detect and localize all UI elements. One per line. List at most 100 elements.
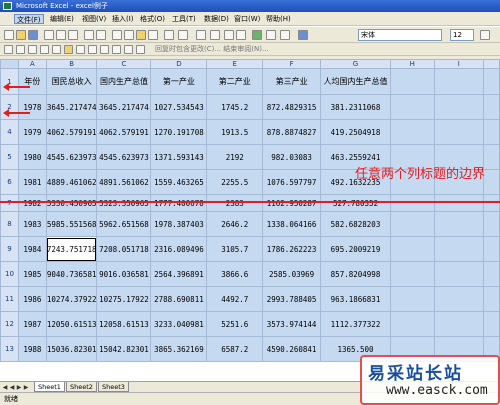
menu-file[interactable]: 文件(F): [14, 14, 44, 24]
header-cell[interactable]: 国内生产总值: [96, 68, 152, 95]
review-icon-7[interactable]: [76, 45, 85, 54]
cell[interactable]: 582.6828203: [320, 211, 391, 237]
cell[interactable]: [483, 119, 500, 145]
row-header[interactable]: 11: [0, 286, 19, 312]
cell[interactable]: 7208.051718: [96, 236, 152, 262]
cell[interactable]: 4891.561062: [96, 169, 152, 195]
cell[interactable]: 1371.593143: [150, 144, 208, 170]
select-all-corner[interactable]: [0, 59, 19, 69]
cell[interactable]: 2646.2: [206, 211, 264, 237]
cell[interactable]: [433, 211, 485, 237]
cell[interactable]: [433, 194, 485, 212]
autosum-icon[interactable]: [210, 30, 220, 40]
header-cell[interactable]: 人均国内生产总值: [320, 68, 391, 95]
cell[interactable]: 1162.950287: [262, 194, 322, 212]
col-header-e[interactable]: E: [206, 59, 264, 69]
col-header-j[interactable]: [483, 59, 500, 69]
row-header[interactable]: 5: [0, 144, 19, 170]
cell[interactable]: 1745.2: [206, 94, 264, 120]
review-icon-1[interactable]: [4, 45, 13, 54]
prev-sheet-icon[interactable]: ◀: [9, 384, 15, 391]
cell[interactable]: 2255.5: [206, 169, 264, 195]
menu-view[interactable]: 视图(V): [80, 14, 108, 24]
cell[interactable]: 857.8204998: [320, 261, 391, 287]
cell[interactable]: 15042.82301: [96, 336, 152, 362]
cell[interactable]: [483, 94, 500, 120]
cell[interactable]: 1987: [17, 311, 47, 337]
header-cell[interactable]: 第三产业: [262, 68, 322, 95]
cell[interactable]: 2585.03969: [262, 261, 322, 287]
cell[interactable]: [433, 236, 485, 262]
cell[interactable]: [483, 194, 500, 212]
cell[interactable]: 963.1866831: [320, 286, 391, 312]
review-icon-3[interactable]: [28, 45, 37, 54]
cell[interactable]: 2316.089496: [150, 236, 208, 262]
research-icon[interactable]: [96, 30, 106, 40]
row-header[interactable]: 10: [0, 261, 19, 287]
help-icon[interactable]: [298, 30, 308, 40]
cell[interactable]: 1027.534543: [150, 94, 208, 120]
col-header-c[interactable]: C: [96, 59, 152, 69]
review-icon-6[interactable]: [64, 45, 73, 54]
active-cell[interactable]: 7243.751718: [45, 236, 98, 262]
cut-icon[interactable]: [112, 30, 122, 40]
cell[interactable]: 982.03083: [262, 144, 322, 170]
cell[interactable]: 3645.217474: [45, 94, 98, 120]
cell[interactable]: [389, 311, 435, 337]
cell[interactable]: 4062.579191: [96, 119, 152, 145]
cell[interactable]: 1786.262223: [262, 236, 322, 262]
menu-tools[interactable]: 工具(T): [170, 14, 198, 24]
undo-icon[interactable]: [164, 30, 174, 40]
cell[interactable]: 1777.400678: [150, 194, 208, 212]
new-icon[interactable]: [4, 30, 14, 40]
cell[interactable]: 1986: [17, 286, 47, 312]
cell[interactable]: 1983: [17, 211, 47, 237]
open-icon[interactable]: [16, 30, 26, 40]
cell[interactable]: 3866.6: [206, 261, 264, 287]
drawing-icon[interactable]: [266, 30, 276, 40]
cell[interactable]: [389, 236, 435, 262]
col-header-g[interactable]: G: [320, 59, 391, 69]
col-header-h[interactable]: H: [389, 59, 435, 69]
cell[interactable]: 1981: [17, 169, 47, 195]
copy-icon[interactable]: [124, 30, 134, 40]
cell[interactable]: [433, 286, 485, 312]
cell[interactable]: 527.780352: [320, 194, 391, 212]
cell[interactable]: 419.2504918: [320, 119, 391, 145]
print-icon[interactable]: [56, 30, 66, 40]
header-cell[interactable]: 第一产业: [150, 68, 208, 95]
cell[interactable]: 5985.551568: [45, 211, 98, 237]
cell[interactable]: 3645.217474: [96, 94, 152, 120]
review-icon-11[interactable]: [124, 45, 133, 54]
cell[interactable]: 5251.6: [206, 311, 264, 337]
review-icon-5[interactable]: [52, 45, 61, 54]
cell[interactable]: [483, 311, 500, 337]
redo-icon[interactable]: [178, 30, 188, 40]
col-header-i[interactable]: I: [433, 59, 485, 69]
cell[interactable]: 2788.690811: [150, 286, 208, 312]
review-icon-4[interactable]: [40, 45, 49, 54]
cell[interactable]: [433, 94, 485, 120]
cell[interactable]: 12050.61513: [45, 311, 98, 337]
first-sheet-icon[interactable]: ◀: [2, 384, 8, 391]
cell[interactable]: 1338.064166: [262, 211, 322, 237]
chart-wizard-icon[interactable]: [252, 30, 262, 40]
header-cell[interactable]: 国民总收入: [45, 68, 98, 95]
cell[interactable]: 2383: [206, 194, 264, 212]
cell[interactable]: 3865.362169: [150, 336, 208, 362]
cell[interactable]: [433, 311, 485, 337]
cell[interactable]: 1978.387403: [150, 211, 208, 237]
cell[interactable]: 1978: [17, 94, 47, 120]
spelling-icon[interactable]: [84, 30, 94, 40]
zoom-icon[interactable]: [280, 30, 290, 40]
menu-format[interactable]: 格式(O): [138, 14, 167, 24]
cell[interactable]: 4590.260841: [262, 336, 322, 362]
col-header-b[interactable]: B: [45, 59, 98, 69]
cell[interactable]: 9040.736581: [45, 261, 98, 287]
cell[interactable]: 5330.450965: [45, 194, 98, 212]
review-icon-8[interactable]: [88, 45, 97, 54]
cell[interactable]: 2993.788405: [262, 286, 322, 312]
cell[interactable]: [389, 94, 435, 120]
review-icon-9[interactable]: [100, 45, 109, 54]
cell[interactable]: 1559.463265: [150, 169, 208, 195]
